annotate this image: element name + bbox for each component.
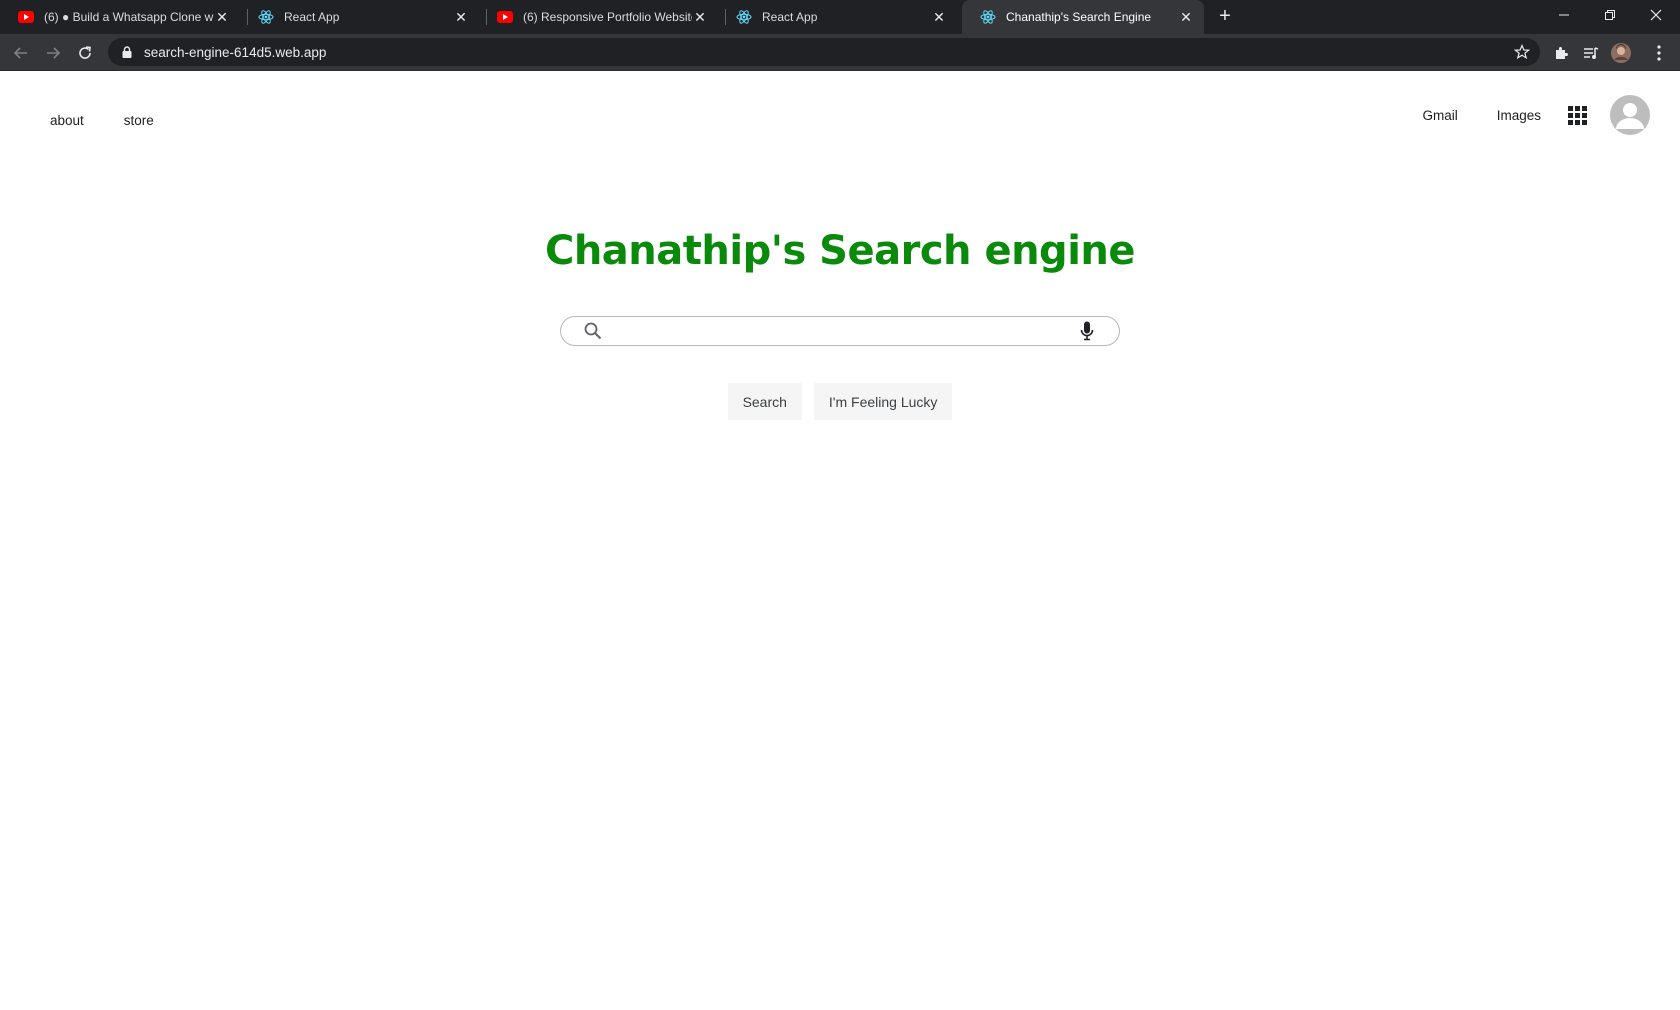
tab-react-app-2[interactable]: React App ✕: [718, 0, 957, 34]
close-icon[interactable]: ✕: [931, 9, 947, 25]
youtube-icon: [18, 9, 34, 25]
tab-title: React App: [762, 10, 818, 24]
store-link[interactable]: store: [124, 113, 154, 128]
search-home-page: about store Gmail Images Chanathip's Sea…: [0, 71, 1680, 1010]
react-icon: [736, 9, 752, 25]
header-left-links: about store: [50, 113, 194, 128]
address-bar[interactable]: search-engine-614d5.web.app: [108, 38, 1540, 66]
forward-button[interactable]: [41, 41, 65, 65]
tab-whatsapp-clone[interactable]: (6) ● Build a Whatsapp Clone w ✕: [0, 0, 240, 34]
reload-button[interactable]: [73, 41, 97, 65]
close-icon[interactable]: ✕: [453, 9, 469, 25]
apps-grid-icon[interactable]: [1565, 103, 1589, 127]
search-button[interactable]: Search: [727, 383, 802, 420]
bookmark-star-icon[interactable]: [1513, 43, 1531, 60]
site-logo-title: Chanathip's Search engine: [544, 228, 1136, 274]
search-bar: [560, 316, 1120, 346]
tab-title: (6) ● Build a Whatsapp Clone w: [44, 10, 214, 24]
back-button[interactable]: [9, 41, 33, 65]
extensions-icon[interactable]: [1550, 42, 1572, 64]
search-input[interactable]: [613, 318, 1079, 344]
about-link[interactable]: about: [50, 113, 84, 128]
restore-button[interactable]: [1587, 0, 1633, 30]
images-link[interactable]: Images: [1497, 108, 1541, 123]
close-icon[interactable]: ✕: [1178, 9, 1194, 25]
close-icon[interactable]: ✕: [214, 9, 230, 25]
gmail-link[interactable]: Gmail: [1422, 108, 1457, 123]
tab-portfolio[interactable]: (6) Responsive Portfolio Website ✕: [479, 0, 718, 34]
forward-arrow-icon: [47, 47, 61, 59]
close-icon[interactable]: ✕: [692, 9, 708, 25]
tab-title: React App: [284, 10, 340, 24]
back-arrow-icon: [13, 47, 27, 59]
reload-icon: [79, 46, 91, 59]
tab-strip: (6) ● Build a Whatsapp Clone w ✕ React A…: [0, 0, 1680, 34]
search-buttons: Search I'm Feeling Lucky: [0, 383, 1680, 420]
search-icon: [583, 321, 603, 341]
react-icon: [258, 9, 274, 25]
feeling-lucky-button[interactable]: I'm Feeling Lucky: [813, 383, 953, 420]
youtube-icon: [497, 9, 513, 25]
url-text: search-engine-614d5.web.app: [144, 44, 327, 60]
minimize-icon: [1559, 14, 1569, 16]
account-avatar[interactable]: [1610, 95, 1650, 135]
media-control-icon[interactable]: [1580, 42, 1602, 64]
lock-icon: [122, 45, 134, 59]
new-tab-button[interactable]: +: [1214, 6, 1236, 27]
tab-react-app-1[interactable]: React App ✕: [240, 0, 479, 34]
profile-avatar-icon[interactable]: [1610, 42, 1632, 64]
close-icon: [1650, 9, 1662, 21]
tab-title: Chanathip's Search Engine: [1006, 10, 1152, 24]
microphone-icon[interactable]: [1079, 320, 1095, 342]
person-icon: [1616, 103, 1644, 129]
minimize-button[interactable]: [1541, 0, 1587, 30]
close-window-button[interactable]: [1633, 0, 1679, 30]
chrome-menu-icon[interactable]: [1648, 42, 1670, 64]
tab-chanathip-search[interactable]: Chanathip's Search Engine ✕: [962, 0, 1204, 34]
browser-toolbar: search-engine-614d5.web.app: [0, 34, 1680, 71]
header-right: Gmail Images: [1422, 95, 1650, 135]
tab-title: (6) Responsive Portfolio Website: [523, 10, 692, 24]
react-icon: [980, 9, 996, 25]
restore-icon: [1605, 10, 1615, 20]
